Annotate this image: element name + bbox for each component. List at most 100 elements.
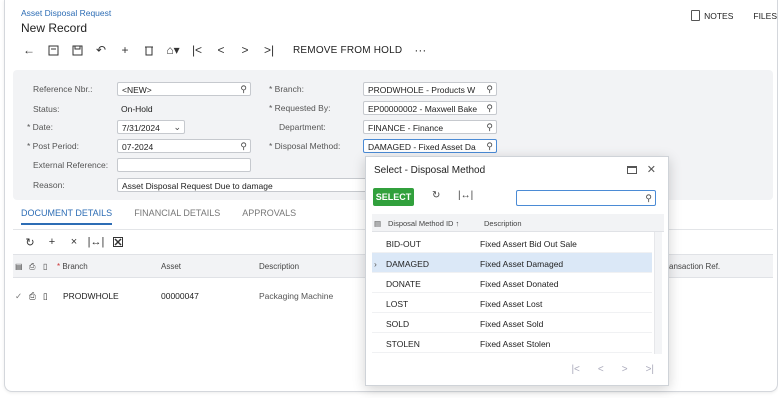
tab-bar: DOCUMENT DETAILS FINANCIAL DETAILS APPRO… — [21, 208, 296, 225]
first-page-icon[interactable]: |< — [571, 364, 579, 375]
grid-col-branch[interactable]: * Branch — [57, 262, 88, 271]
branch-input[interactable]: PRODWHOLE - Products W ⚲ — [363, 82, 497, 96]
requested-by-label: * Requested By: — [269, 103, 331, 113]
search-icon[interactable]: ⚲ — [486, 84, 493, 95]
notes-label: NOTES — [704, 10, 734, 21]
search-icon[interactable]: ⚲ — [240, 84, 247, 95]
add-row-icon[interactable]: + — [41, 236, 63, 248]
select-button[interactable]: SELECT — [373, 188, 414, 206]
prev-page-icon[interactable]: < — [598, 364, 604, 375]
date-label: * Date: — [27, 122, 53, 132]
tab-document-details[interactable]: DOCUMENT DETAILS — [21, 208, 113, 225]
dialog-scrollbar[interactable] — [654, 232, 662, 354]
delete-row-icon[interactable]: × — [63, 236, 85, 248]
fit-columns-icon[interactable]: |↔| — [85, 236, 107, 248]
tab-financial-details[interactable]: FINANCIAL DETAILS — [134, 208, 220, 225]
row-selector-icon[interactable]: ▤ — [374, 219, 381, 228]
tab-approvals[interactable]: APPROVALS — [242, 208, 296, 225]
chevron-down-icon[interactable]: ⌄ — [173, 122, 181, 133]
back-icon[interactable]: ← — [17, 40, 41, 60]
method-description: Fixed Asset Damaged — [480, 259, 564, 269]
dialog-col-id[interactable]: Disposal Method ID ↑ — [388, 219, 459, 228]
cell-asset[interactable]: 00000047 — [161, 291, 199, 301]
grid-col-transaction-ref[interactable]: ansaction Ref. — [669, 262, 720, 271]
row-edit-icon[interactable]: ✓ — [15, 291, 22, 302]
date-input[interactable]: 7/31/2024 ⌄ — [117, 120, 185, 134]
list-item[interactable]: BID-OUT Fixed Assert Bid Out Sale — [372, 233, 652, 253]
save-icon[interactable] — [65, 40, 89, 60]
remove-from-hold-button[interactable]: REMOVE FROM HOLD — [293, 45, 402, 56]
notes-icon — [691, 10, 701, 21]
branch-label: * Branch: — [269, 84, 304, 94]
method-id: SOLD — [386, 319, 410, 329]
requested-by-value: EP00000002 - Maxwell Bake — [368, 104, 478, 114]
first-record-icon[interactable]: |< — [185, 40, 209, 60]
fit-columns-icon[interactable]: |↔| — [458, 190, 473, 201]
status-label: Status: — [33, 104, 60, 114]
list-item[interactable]: LOST Fixed Asset Lost — [372, 293, 652, 313]
search-icon[interactable]: ⚲ — [486, 122, 493, 133]
search-icon[interactable]: ⚲ — [645, 193, 652, 204]
reason-input[interactable]: Asset Disposal Request Due to damage — [117, 178, 367, 192]
discard-icon[interactable] — [41, 40, 65, 60]
last-record-icon[interactable]: >| — [257, 40, 281, 60]
prev-record-icon[interactable]: < — [209, 40, 233, 60]
method-id: DONATE — [386, 279, 421, 289]
list-item[interactable]: STOLEN Fixed Asset Stolen — [372, 333, 652, 353]
refresh-icon[interactable]: ↻ — [432, 190, 440, 201]
dialog-controls: ✕ — [626, 163, 656, 176]
method-id: LOST — [386, 299, 409, 309]
more-actions-icon[interactable]: ··· — [414, 43, 426, 57]
toolbar: ← ↶ + ⌂▾ |< < > >| REMOVE FROM HOLD ··· — [17, 40, 426, 60]
breadcrumb[interactable]: Asset Disposal Request — [21, 8, 111, 18]
disposal-method-value: DAMAGED - Fixed Asset Da — [368, 142, 476, 152]
files-button[interactable]: FILES — [753, 10, 777, 21]
post-period-value: 07-2024 — [122, 142, 154, 152]
current-row-icon: › — [374, 259, 377, 269]
list-item[interactable]: DONATE Fixed Asset Donated — [372, 273, 652, 293]
top-right-actions: NOTES FILES — [691, 10, 777, 21]
attachment-icon: ⎙ — [29, 262, 36, 271]
next-page-icon[interactable]: > — [622, 364, 628, 375]
dialog-col-description[interactable]: Description — [484, 219, 522, 228]
row-selector-icon[interactable]: ▤ — [15, 262, 23, 271]
disposal-method-label: * Disposal Method: — [269, 141, 341, 151]
file-icon: ▯ — [43, 291, 48, 301]
file-icon: ▯ — [43, 262, 48, 271]
grid-col-asset[interactable]: Asset — [161, 262, 181, 271]
requested-by-input[interactable]: EP00000002 - Maxwell Bake ⚲ — [363, 101, 497, 115]
search-icon[interactable]: ⚲ — [486, 103, 493, 114]
reference-label: Reference Nbr.: — [33, 84, 93, 94]
dialog-search-input[interactable]: ⚲ — [516, 190, 656, 206]
search-icon[interactable]: ⚲ — [240, 141, 247, 152]
last-page-icon[interactable]: >| — [646, 364, 654, 375]
method-id: STOLEN — [386, 339, 420, 349]
department-label: Department: — [279, 122, 326, 132]
external-ref-input[interactable] — [117, 158, 251, 172]
grid-col-description[interactable]: Description — [259, 262, 299, 271]
reference-value: <NEW> — [122, 85, 152, 95]
search-icon[interactable]: ⚲ — [486, 141, 493, 152]
undo-icon[interactable]: ↶ — [89, 40, 113, 60]
copy-paste-icon[interactable]: ⌂▾ — [161, 40, 185, 60]
status-value: On-Hold — [121, 104, 153, 114]
close-icon[interactable]: ✕ — [647, 163, 656, 176]
delete-icon[interactable] — [137, 40, 161, 60]
maximize-icon[interactable] — [626, 166, 637, 174]
cell-branch[interactable]: PRODWHOLE — [63, 291, 119, 301]
next-record-icon[interactable]: > — [233, 40, 257, 60]
excel-export-icon[interactable] — [107, 237, 129, 247]
list-item-selected[interactable]: › DAMAGED Fixed Asset Damaged — [372, 253, 652, 273]
method-description: Fixed Assert Bid Out Sale — [480, 239, 577, 249]
add-icon[interactable]: + — [113, 40, 137, 60]
disposal-method-input[interactable]: DAMAGED - Fixed Asset Da ⚲ — [363, 139, 497, 153]
list-item[interactable]: SOLD Fixed Asset Sold — [372, 313, 652, 333]
department-input[interactable]: FINANCE - Finance ⚲ — [363, 120, 497, 134]
post-period-input[interactable]: 07-2024 ⚲ — [117, 139, 251, 153]
files-label: FILES — [753, 10, 777, 21]
refresh-icon[interactable]: ↻ — [19, 236, 41, 249]
branch-value: PRODWHOLE - Products W — [368, 85, 476, 95]
cell-description[interactable]: Packaging Machine — [259, 291, 333, 301]
reference-input[interactable]: <NEW> ⚲ — [117, 82, 251, 96]
notes-button[interactable]: NOTES — [691, 10, 733, 21]
